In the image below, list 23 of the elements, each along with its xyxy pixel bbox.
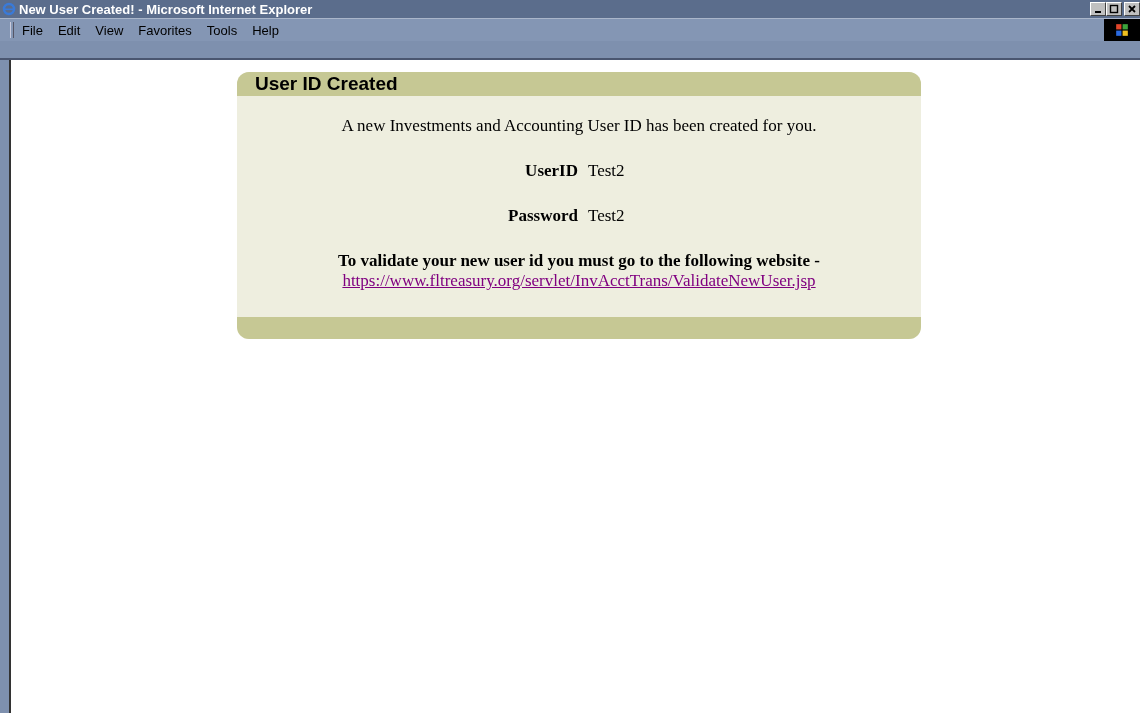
window-title: New User Created! - Microsoft Internet Explorer: [19, 1, 313, 17]
message-text: A new Investments and Accounting User ID has been created for you.: [341, 116, 817, 136]
instruction-text: To validate your new user id you must go to the following website -: [338, 251, 820, 271]
close-icon: [1127, 4, 1137, 14]
browser-icon: [2, 2, 16, 16]
field-label: UserID: [524, 161, 579, 181]
field-value: Test2: [588, 206, 625, 226]
menu-item[interactable]: Edit: [57, 22, 81, 38]
menu-item[interactable]: Tools: [206, 22, 238, 38]
maximize-icon: [1109, 4, 1119, 14]
menu-item[interactable]: View: [95, 22, 124, 38]
validation-link[interactable]: https://www.fltreasury.org/servlet/InvAcctTrans/ValidateNewUser.jsp: [342, 271, 816, 291]
panel-title: User ID Created: [255, 73, 398, 95]
field-label: Password: [507, 206, 579, 226]
minimize-button[interactable]: [1090, 2, 1106, 16]
minimize-icon: [1095, 11, 1101, 13]
menu-item[interactable]: File: [22, 22, 43, 38]
windows-logo-icon: [1104, 19, 1140, 41]
close-button[interactable]: [1124, 2, 1140, 16]
maximize-button[interactable]: [1106, 2, 1122, 16]
menu-item[interactable]: Favorites: [138, 22, 192, 38]
field-value: Test2: [588, 161, 625, 181]
menu-item[interactable]: Help: [252, 22, 279, 38]
